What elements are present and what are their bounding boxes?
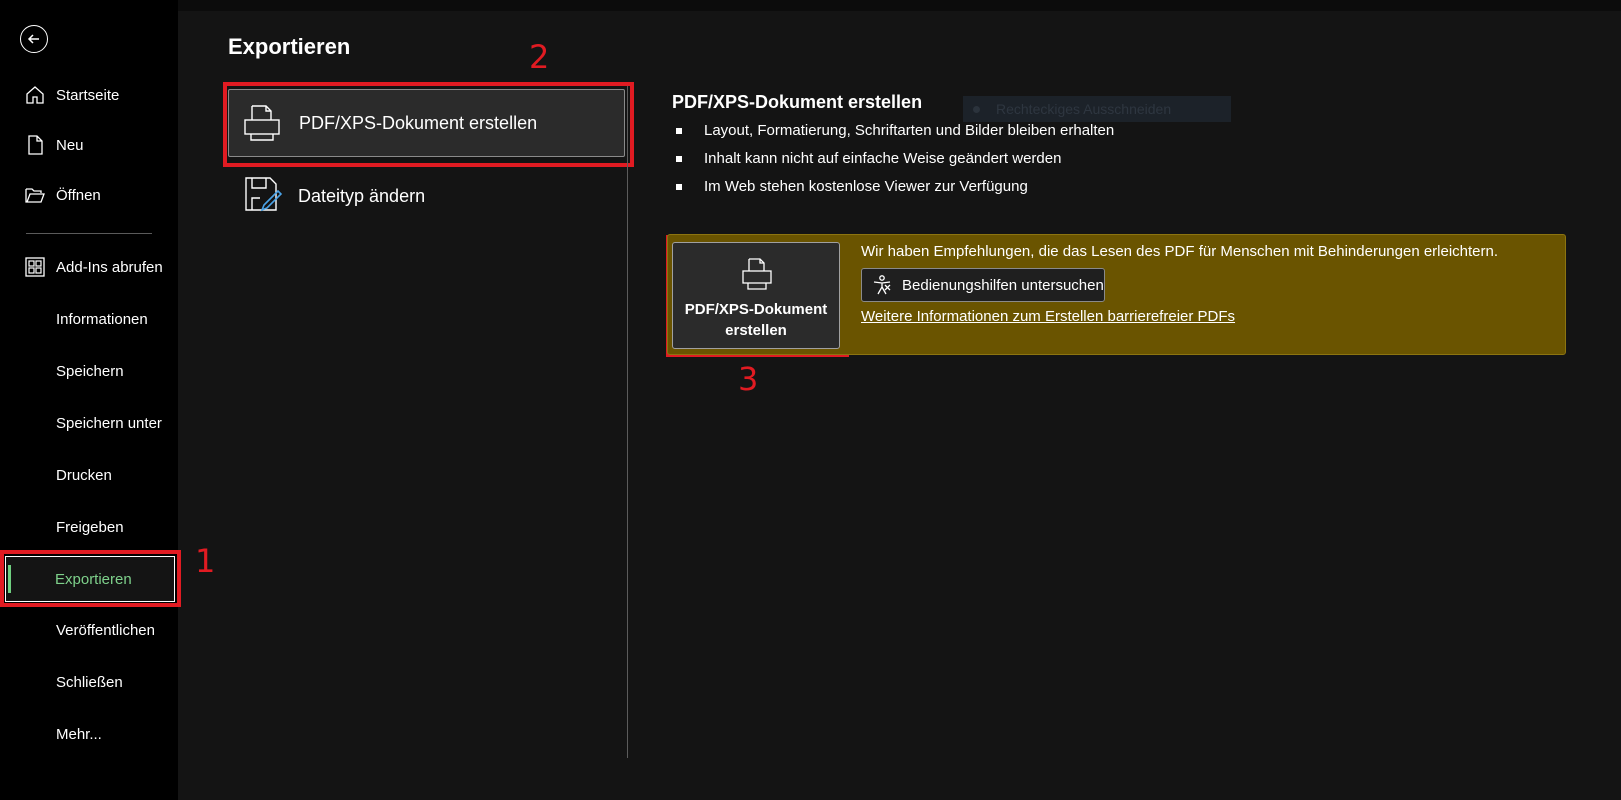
list-item: Inhalt kann nicht auf einfache Weise geä… [676,145,1114,173]
window-top-strip [0,0,1621,11]
list-item: Layout, Formatierung, Schriftarten und B… [676,117,1114,145]
nav-item-freigeben[interactable]: Freigeben [0,505,178,549]
detail-title: PDF/XPS-Dokument erstellen [672,92,923,112]
annotation-number-3: 3 [738,360,759,398]
nav-item-veroeffentlichen[interactable]: Veröffentlichen [0,608,178,652]
accessibility-button-label: Bedienungshilfen untersuchen [902,276,1104,294]
home-icon [23,84,47,106]
nav-label: Öffnen [56,186,101,204]
nav-label: Mehr... [56,725,102,743]
nav-label: Startseite [56,86,120,104]
nav-label: Schließen [56,673,123,691]
create-pdf-xps-button[interactable]: PDF/XPS-Dokument erstellen [672,242,840,349]
column-divider [627,86,628,758]
nav-label: Speichern [56,362,124,380]
addins-grid-icon [23,256,47,278]
nav-label: Drucken [56,466,112,484]
nav-label: Neu [56,136,84,154]
nav-item-exportieren[interactable]: Exportieren [5,556,175,602]
ghost-dot-icon [973,105,980,113]
folder-open-icon [23,184,47,206]
pdf-printer-icon [244,105,280,141]
create-button-line2: erstellen [725,322,787,339]
export-option-pdf-xps[interactable]: PDF/XPS-Dokument erstellen [228,89,625,157]
list-item: Im Web stehen kostenlose Viewer zur Verf… [676,173,1114,201]
feature-list: Layout, Formatierung, Schriftarten und B… [676,117,1114,201]
nav-label: Exportieren [55,570,132,588]
check-accessibility-button[interactable]: Bedienungshilfen untersuchen [861,268,1105,302]
new-document-icon [23,134,47,156]
nav-label: Informationen [56,310,148,328]
nav-item-speichern[interactable]: Speichern [0,349,178,393]
recommendation-text: Wir haben Empfehlungen, die das Lesen de… [861,243,1499,260]
nav-label: Speichern unter [56,414,162,432]
accessibility-icon [873,275,891,295]
annotation-number-2: 2 [529,38,550,76]
nav-item-schliessen[interactable]: Schließen [0,660,178,704]
nav-item-drucken[interactable]: Drucken [0,453,178,497]
export-option-change-filetype[interactable]: Dateityp ändern [228,162,625,230]
nav-label: Freigeben [56,518,124,536]
nav-item-oeffnen[interactable]: Öffnen [0,173,178,217]
back-button[interactable] [20,25,48,53]
more-info-link[interactable]: Weitere Informationen zum Erstellen barr… [861,308,1235,325]
page-title: Exportieren [228,34,351,59]
nav-item-informationen[interactable]: Informationen [0,297,178,341]
nav-label: Add-Ins abrufen [56,258,163,276]
annotation-number-1: 1 [195,542,216,580]
nav-label: Veröffentlichen [56,621,155,639]
change-filetype-icon [245,177,283,212]
arrow-left-circle-icon [27,34,39,44]
nav-item-mehr[interactable]: Mehr... [0,712,178,756]
create-button-label: PDF/XPS-Dokument erstellen [673,299,839,341]
ghost-tooltip-text: Rechteckiges Ausschneiden [996,101,1172,117]
sidebar-divider [26,233,152,234]
nav-item-speichern-unter[interactable]: Speichern unter [0,401,178,445]
nav-item-add-ins[interactable]: Add-Ins abrufen [0,245,178,289]
backstage-sidebar: Startseite Neu Öffnen Add-Ins abrufen In… [0,0,178,800]
pdf-printer-icon [742,258,772,290]
nav-item-startseite[interactable]: Startseite [0,73,178,117]
nav-item-neu[interactable]: Neu [0,123,178,167]
option-label: PDF/XPS-Dokument erstellen [299,112,538,133]
create-button-line1: PDF/XPS-Dokument [684,301,828,318]
option-label: Dateityp ändern [298,185,426,206]
